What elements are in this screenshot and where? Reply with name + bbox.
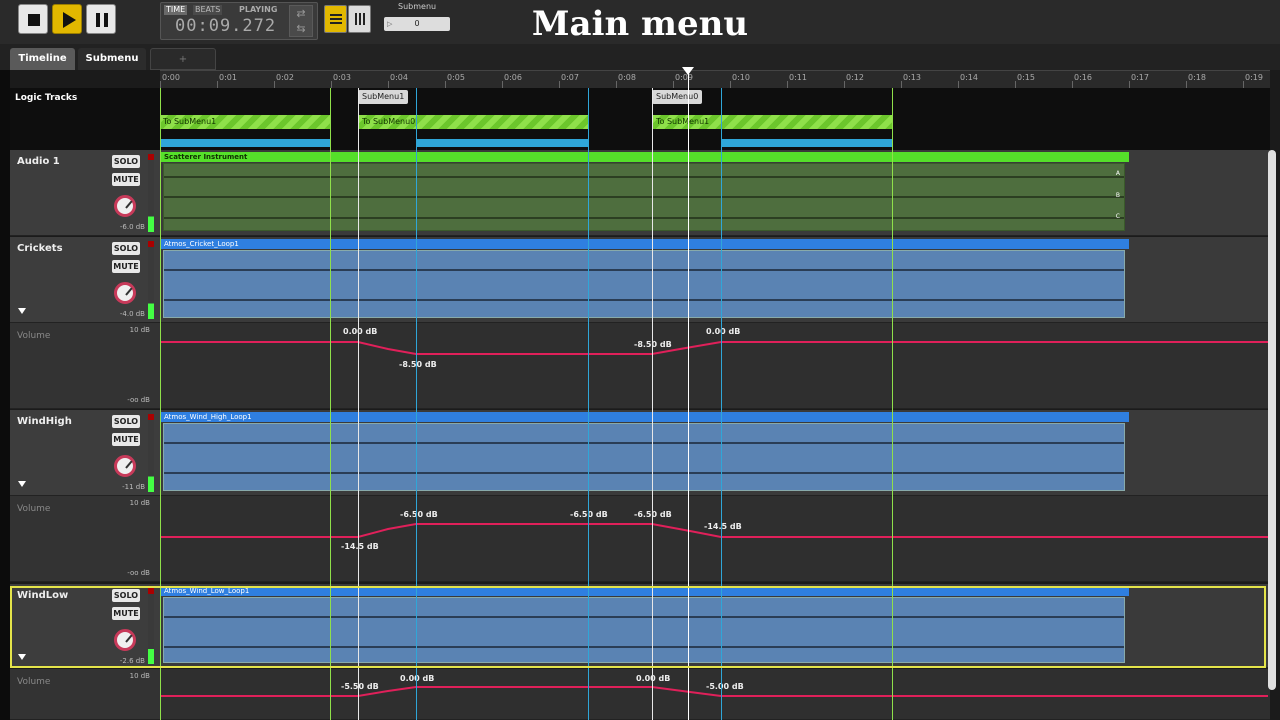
- region-boundary-line: [330, 88, 331, 720]
- playhead-line: [688, 72, 689, 720]
- vertical-scrollbar[interactable]: [1268, 150, 1276, 690]
- windhigh-volume-envelope: [160, 523, 1268, 538]
- windlow-volume-envelope: [160, 686, 1268, 697]
- marker-line: [652, 88, 653, 720]
- transition-line: [721, 88, 722, 720]
- marker-line: [358, 88, 359, 720]
- region-boundary-line: [160, 88, 161, 720]
- crickets-volume-envelope: [160, 341, 1268, 355]
- transition-line: [588, 88, 589, 720]
- region-boundary-line: [892, 88, 893, 720]
- transition-line: [416, 88, 417, 720]
- automation-envelopes: [160, 341, 1268, 697]
